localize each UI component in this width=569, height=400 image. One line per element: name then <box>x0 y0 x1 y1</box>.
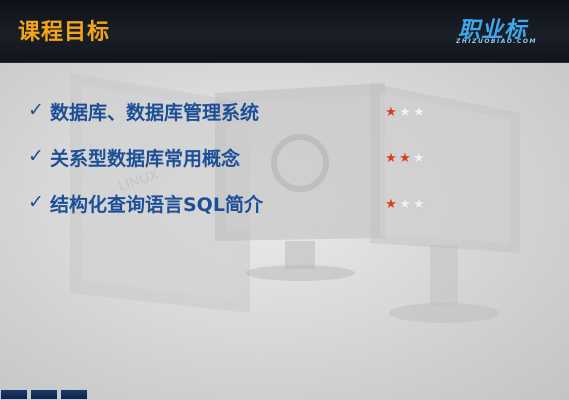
goal-text: 数据库、数据库管理系统 <box>50 102 260 124</box>
star-icon: ★ <box>413 105 425 120</box>
star-icon: ★ <box>399 151 411 166</box>
star-icon: ★ <box>399 105 411 120</box>
brand-logo: 职业标 ZHIZUOBIAO.COM <box>448 12 560 52</box>
difficulty-rating: ★ ★ ★ <box>384 147 426 167</box>
star-icon: ★ <box>413 197 425 212</box>
checkmark-icon: ✓ <box>28 145 44 167</box>
header-bar: 课程目标 职业标 ZHIZUOBIAO.COM <box>0 0 569 63</box>
goal-text: 关系型数据库常用概念 <box>50 148 241 170</box>
page-title: 课程目标 <box>18 20 111 45</box>
logo-subtext: ZHIZUOBIAO.COM <box>456 38 537 45</box>
thumbnail-image <box>60 389 88 400</box>
thumbnail-image <box>30 389 58 400</box>
thumbnail-image <box>0 389 28 400</box>
checkmark-icon: ✓ <box>28 191 44 213</box>
difficulty-rating: ★ ★ ★ <box>384 101 426 121</box>
difficulty-rating: ★ ★ ★ <box>384 193 426 213</box>
star-icon: ★ <box>399 197 411 212</box>
slide-thumbnails <box>0 389 100 400</box>
star-icon: ★ <box>413 151 425 166</box>
checkmark-icon: ✓ <box>28 99 44 121</box>
star-icon: ★ <box>385 151 397 166</box>
goal-text: 结构化查询语言SQL简介 <box>50 194 263 216</box>
star-icon: ★ <box>385 197 397 212</box>
star-icon: ★ <box>385 105 397 120</box>
